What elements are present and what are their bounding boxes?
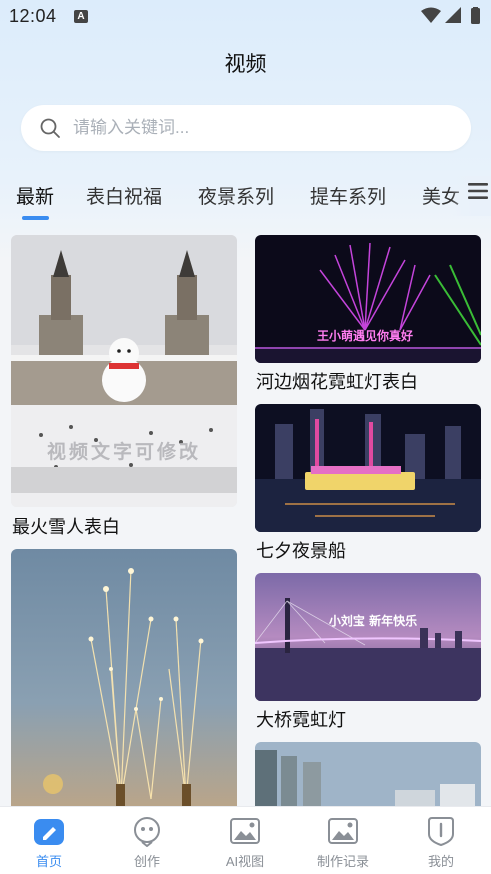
create-face-icon [134, 817, 160, 847]
fireworks-fountain-image [11, 549, 237, 806]
tab-latest[interactable]: 最新 [16, 182, 54, 209]
page-title: 视频 [224, 53, 267, 76]
ai-image-icon [230, 818, 260, 844]
status-icons [421, 7, 483, 25]
home-pen-icon [34, 819, 64, 845]
video-card[interactable]: 小刘宝 新年快乐 大桥霓虹灯 [255, 573, 481, 731]
riverside-fireworks-image: 王小萌遇见你真好 [255, 235, 481, 363]
video-title: 最火雪人表白 [12, 517, 120, 537]
tab-night-view[interactable]: 夜景系列 [198, 182, 274, 209]
video-title: 河边烟花霓虹灯表白 [256, 372, 418, 392]
nav-ai-view-label: AI视图 [225, 854, 265, 869]
video-thumbnail[interactable]: 小刘宝 新年快乐 [255, 573, 481, 701]
thumbnail-overlay-text: 视频文字可修改 [47, 440, 201, 463]
video-title: 七夕夜景船 [256, 541, 346, 561]
video-thumbnail[interactable] [11, 549, 237, 806]
tab-confession[interactable]: 表白祝福 [86, 182, 162, 209]
nav-home-label: 首页 [35, 854, 62, 869]
bridge-neon-image: 小刘宝 新年快乐 [255, 573, 481, 701]
video-thumbnail[interactable]: 王小萌遇见你真好 [255, 235, 481, 363]
night-boat-image [255, 404, 481, 532]
video-card[interactable] [11, 549, 237, 806]
menu-icon[interactable] [467, 180, 489, 202]
bottom-nav: 首页 创作 AI视图 制作记录 我的 [0, 806, 491, 874]
nav-records[interactable]: 制作记录 [294, 807, 392, 874]
video-card[interactable]: 视频文字可修改 最火雪人表白 [11, 235, 237, 537]
thumbnail-overlay-text: 王小萌遇见你真好 [317, 328, 413, 343]
video-card[interactable] [255, 742, 481, 806]
video-thumbnail[interactable] [255, 742, 481, 806]
nav-ai-view[interactable]: AI视图 [196, 807, 294, 874]
video-thumbnail[interactable] [255, 404, 481, 532]
active-tab-indicator [22, 216, 49, 220]
status-bar: 12:04 A [0, 0, 491, 34]
nav-records-label: 制作记录 [316, 854, 369, 869]
nav-create-label: 创作 [133, 854, 160, 869]
category-tabs: 最新 表白祝福 夜景系列 提车系列 美女 [0, 176, 491, 222]
snowman-castle-image: 视频文字可修改 [11, 235, 237, 507]
thumbnail-overlay-text: 小刘宝 新年快乐 [329, 613, 417, 628]
status-time: 12:04 [9, 6, 57, 26]
search-bar[interactable] [21, 105, 471, 151]
nav-create[interactable]: 创作 [98, 807, 196, 874]
nav-profile[interactable]: 我的 [392, 807, 490, 874]
records-image-icon [328, 818, 358, 844]
video-title: 大桥霓虹灯 [256, 710, 346, 730]
video-card[interactable]: 王小萌遇见你真好 河边烟花霓虹灯表白 [255, 235, 481, 393]
tab-new-car[interactable]: 提车系列 [310, 182, 386, 209]
profile-icon [428, 817, 454, 847]
nav-home[interactable]: 首页 [0, 807, 98, 874]
notification-icon: A [74, 10, 88, 23]
city-buildings-image [255, 742, 481, 806]
search-icon [40, 118, 60, 138]
search-input[interactable] [73, 105, 453, 151]
video-thumbnail[interactable]: 视频文字可修改 [11, 235, 237, 507]
nav-profile-label: 我的 [427, 854, 454, 869]
wifi-signal-battery-icon [421, 7, 480, 24]
video-card[interactable]: 七夕夜景船 [255, 404, 481, 562]
